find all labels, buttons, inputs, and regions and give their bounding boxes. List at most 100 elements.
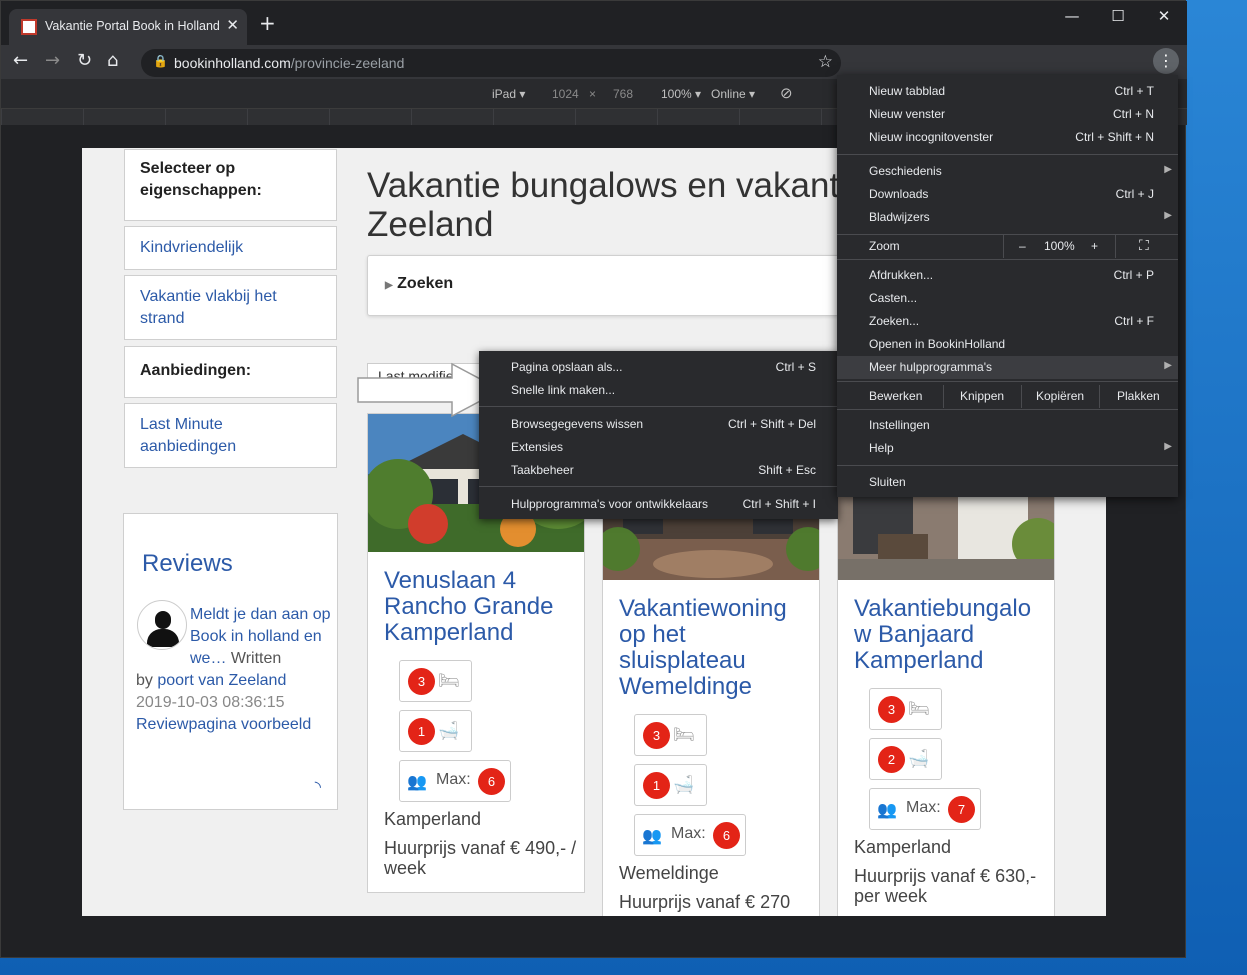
- menu-item-new-window[interactable]: Nieuw venster Ctrl + N: [837, 103, 1178, 126]
- review-date: 2019-10-03 08:36:15: [136, 694, 285, 711]
- menu-item-quick-link[interactable]: Snelle link maken...: [479, 379, 838, 402]
- close-window-icon[interactable]: ✕: [1141, 7, 1187, 25]
- url-text: bookinholland.com/provincie-zeeland: [174, 55, 404, 71]
- zoom-level: 100%: [1044, 239, 1075, 253]
- settings-label: Instellingen: [869, 418, 930, 432]
- listing-title[interactable]: Vakantiebungalo w Banjaard Kamperland: [854, 596, 1044, 674]
- task-manager-label: Taakbeheer: [511, 463, 574, 477]
- rotate-icon[interactable]: ⊘: [780, 84, 793, 102]
- zoom-in-button[interactable]: +: [1091, 239, 1098, 253]
- zoom-label: Zoom: [869, 239, 900, 253]
- tab-title: Vakantie Portal Book in Holland -: [45, 19, 220, 33]
- menu-item-task-manager[interactable]: Taakbeheer Shift + Esc: [479, 459, 838, 482]
- menu-item-print[interactable]: Afdrukken... Ctrl + P: [837, 264, 1178, 287]
- menu-item-downloads[interactable]: Downloads Ctrl + J: [837, 183, 1178, 206]
- zoom-select[interactable]: 100% ▾: [661, 87, 701, 101]
- last-minute-link[interactable]: Last Minute aanbiedingen: [124, 403, 337, 468]
- max-label: Max:: [906, 799, 941, 816]
- paste-button[interactable]: Plakken: [1117, 389, 1160, 403]
- caret-right-icon: ▶: [385, 280, 393, 291]
- downloads-shortcut: Ctrl + J: [1115, 187, 1154, 201]
- bed-icon: 🛏: [908, 699, 930, 718]
- menu-divider: [1003, 235, 1004, 258]
- bed-icon: 🛏: [438, 671, 460, 690]
- menu-item-settings[interactable]: Instellingen: [837, 414, 1178, 437]
- browser-tab[interactable]: Vakantie Portal Book in Holland - ✕: [9, 9, 247, 45]
- menu-divider: [837, 154, 1178, 155]
- bedrooms-count: 3: [878, 696, 905, 723]
- maximize-icon[interactable]: ☐: [1095, 7, 1141, 25]
- search-label: ▶ Zoeken: [385, 275, 453, 293]
- copy-button[interactable]: Kopiëren: [1036, 389, 1084, 403]
- tab-close-icon[interactable]: ✕: [226, 16, 239, 34]
- menu-divider: [943, 385, 944, 408]
- network-select[interactable]: Online ▾: [711, 87, 755, 101]
- persons-icon: 👥: [642, 828, 662, 845]
- max-count: 6: [478, 768, 505, 795]
- quick-link-label: Snelle link maken...: [511, 383, 616, 397]
- max-persons-feature: 👥 Max: 6: [399, 760, 511, 802]
- reload-icon[interactable]: ↻: [77, 51, 92, 71]
- menu-item-save-page[interactable]: Pagina opslaan als... Ctrl + S: [479, 356, 838, 379]
- search-label-text: Zoeken: [397, 275, 454, 292]
- menu-item-history[interactable]: Geschiedenis ▶: [837, 160, 1178, 183]
- menu-item-extensions[interactable]: Extensies: [479, 436, 838, 459]
- address-bar[interactable]: 🔒 bookinholland.com/provincie-zeeland ☆: [141, 49, 841, 77]
- menu-item-new-tab[interactable]: Nieuw tabblad Ctrl + T: [837, 80, 1178, 103]
- home-icon[interactable]: ⌂: [107, 51, 118, 71]
- menu-divider: [837, 409, 1178, 410]
- save-page-shortcut: Ctrl + S: [775, 360, 816, 374]
- menu-item-find[interactable]: Zoeken... Ctrl + F: [837, 310, 1178, 333]
- rss-icon[interactable]: ◝: [315, 777, 321, 797]
- bed-icon: 🛏: [673, 725, 695, 744]
- bathrooms-count: 2: [878, 746, 905, 773]
- beach-link[interactable]: Vakantie vlakbij het strand: [124, 275, 337, 340]
- menu-item-more-tools[interactable]: Meer hulpprogramma's ▶: [837, 356, 1178, 379]
- menu-item-exit[interactable]: Sluiten: [837, 471, 1178, 494]
- forward-arrow-icon[interactable]: →: [45, 51, 60, 71]
- menu-item-help[interactable]: Help ▶: [837, 437, 1178, 460]
- bathrooms-count: 1: [408, 718, 435, 745]
- search-toggle[interactable]: ▶ Zoeken: [367, 255, 847, 316]
- bedrooms-feature: 3 🛏: [869, 688, 942, 730]
- device-select[interactable]: iPad ▾: [492, 87, 525, 101]
- cut-button[interactable]: Knippen: [960, 389, 1004, 403]
- width-input[interactable]: 1024: [552, 87, 579, 101]
- menu-item-open-in[interactable]: Openen in BookinHolland: [837, 333, 1178, 356]
- max-count: 7: [948, 796, 975, 823]
- review-page-link[interactable]: Reviewpagina voorbeeld: [136, 716, 311, 733]
- height-input[interactable]: 768: [613, 87, 633, 101]
- new-window-shortcut: Ctrl + N: [1112, 107, 1154, 121]
- listing-title[interactable]: Vakantiewoning op het sluisplateau Wemel…: [619, 596, 809, 700]
- by-text: by: [136, 672, 153, 689]
- minimize-icon[interactable]: —: [1049, 7, 1095, 25]
- menu-item-cast[interactable]: Casten...: [837, 287, 1178, 310]
- bathtub-icon: 🛁: [438, 721, 460, 740]
- dev-tools-shortcut: Ctrl + Shift + I: [742, 497, 816, 511]
- listing-title[interactable]: Venuslaan 4 Rancho Grande Kamperland: [384, 568, 574, 646]
- tab-strip: Vakantie Portal Book in Holland - ✕ + — …: [1, 1, 1187, 45]
- bookmark-star-icon[interactable]: ☆: [818, 52, 833, 72]
- more-tools-label: Meer hulpprogramma's: [869, 360, 993, 374]
- back-arrow-icon[interactable]: ←: [13, 51, 28, 71]
- listing-price: Huurprijs vanaf € 490,- / week: [384, 838, 577, 878]
- reviews-title: Reviews: [142, 550, 233, 577]
- properties-heading: Selecteer op eigenschappen:: [124, 149, 337, 221]
- submenu-arrow-icon: ▶: [1164, 210, 1172, 221]
- menu-item-clear-data[interactable]: Browsegegevens wissen Ctrl + Shift + Del: [479, 413, 838, 436]
- kindvriendelijk-link[interactable]: Kindvriendelijk: [124, 226, 337, 270]
- downloads-label: Downloads: [869, 187, 929, 201]
- fullscreen-icon[interactable]: ⛶: [1139, 237, 1149, 254]
- new-tab-button[interactable]: +: [259, 13, 276, 33]
- bookmarks-label: Bladwijzers: [869, 210, 930, 224]
- chrome-menu-button[interactable]: ⋮: [1153, 48, 1179, 74]
- zoom-out-button[interactable]: –: [1019, 239, 1026, 253]
- edit-label: Bewerken: [869, 389, 923, 403]
- menu-item-bookmarks[interactable]: Bladwijzers ▶: [837, 206, 1178, 229]
- menu-item-dev-tools[interactable]: Hulpprogramma's voor ontwikkelaars Ctrl +…: [479, 493, 838, 516]
- task-manager-shortcut: Shift + Esc: [758, 463, 816, 477]
- review-author-link[interactable]: poort van Zeeland: [157, 672, 286, 689]
- reviews-widget: Reviews Meldt je dan aan op Book in holl…: [123, 513, 338, 810]
- menu-edit-row: Bewerken Knippen Kopiëren Plakken: [837, 385, 1178, 408]
- menu-item-incognito[interactable]: Nieuw incognitovenster Ctrl + Shift + N: [837, 126, 1178, 149]
